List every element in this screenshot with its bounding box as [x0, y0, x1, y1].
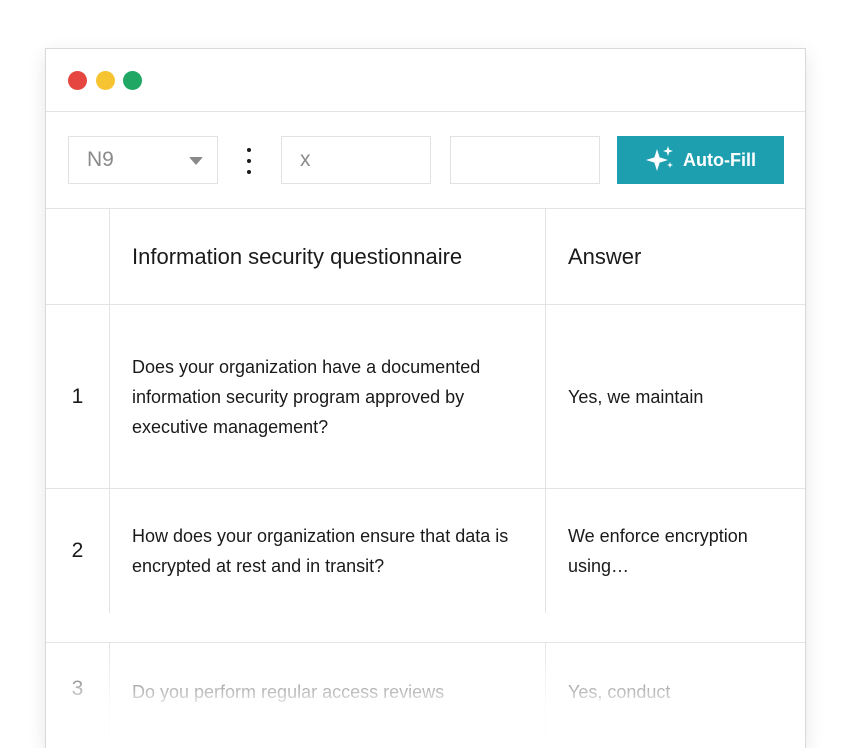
table-header-row: Information security questionnaire Answe… — [46, 209, 805, 305]
formula-input[interactable]: x — [281, 136, 431, 184]
question-text: Does your organization have a documented… — [132, 356, 481, 437]
sparkle-icon — [646, 146, 673, 171]
auto-fill-button[interactable]: Auto-Fill — [617, 136, 784, 184]
row-separator — [46, 613, 805, 643]
maximize-window-button[interactable] — [123, 71, 142, 90]
question-text: Do you perform regular access reviews — [132, 682, 445, 702]
question-cell[interactable]: Do you perform regular access reviews — [110, 643, 546, 748]
answer-text: Yes, we maintain — [568, 386, 704, 407]
value-input[interactable] — [450, 136, 600, 184]
answer-column-header[interactable]: Answer — [546, 209, 805, 304]
answer-cell[interactable]: Yes, conduct — [546, 643, 805, 748]
row-number-header — [46, 209, 110, 304]
question-cell[interactable]: How does your organization ensure that d… — [110, 489, 546, 613]
title-bar — [46, 49, 805, 112]
row-number: 2 — [46, 489, 110, 613]
close-window-button[interactable] — [68, 71, 87, 90]
answer-text: We enforce encryption using… — [568, 526, 748, 576]
chevron-down-icon — [189, 157, 203, 165]
cell-reference-dropdown[interactable]: N9 — [68, 136, 218, 184]
answer-header-label: Answer — [568, 243, 642, 269]
question-column-header[interactable]: Information security questionnaire — [110, 209, 546, 304]
table-row: 2 How does your organization ensure that… — [46, 489, 805, 613]
answer-cell[interactable]: We enforce encryption using… — [546, 489, 805, 613]
more-options-icon[interactable] — [242, 148, 256, 174]
row-number: 3 — [46, 643, 110, 748]
spreadsheet-window: N9 x Auto-Fill Information security ques… — [45, 48, 806, 748]
table-row: 1 Does your organization have a document… — [46, 305, 805, 489]
cell-reference-value: N9 — [87, 148, 114, 171]
questionnaire-table: Information security questionnaire Answe… — [46, 209, 805, 748]
formula-toolbar: N9 x Auto-Fill — [46, 112, 805, 209]
question-header-label: Information security questionnaire — [132, 243, 463, 269]
row-number: 1 — [46, 305, 110, 488]
answer-cell[interactable]: Yes, we maintain — [546, 305, 805, 488]
table-row: 3 Do you perform regular access reviews … — [46, 643, 805, 748]
question-cell[interactable]: Does your organization have a documented… — [110, 305, 546, 488]
answer-text: Yes, conduct — [568, 682, 671, 702]
formula-value: x — [300, 148, 311, 171]
minimize-window-button[interactable] — [96, 71, 115, 90]
auto-fill-label: Auto-Fill — [683, 149, 756, 170]
question-text: How does your organization ensure that d… — [132, 526, 509, 576]
